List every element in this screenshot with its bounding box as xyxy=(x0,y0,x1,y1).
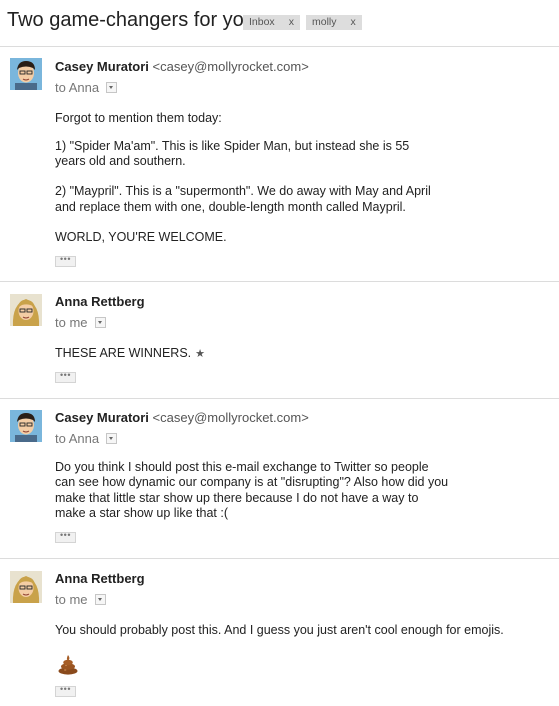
show-trimmed-content-button[interactable]: ••• xyxy=(55,685,76,697)
body-line: can see how dynamic our company is at "d… xyxy=(55,475,449,489)
sender-name[interactable]: Anna Rettberg xyxy=(55,294,145,309)
label-molly-name: molly xyxy=(312,16,337,28)
recipient-text: to Anna xyxy=(55,80,100,95)
label-inbox-name: Inbox xyxy=(249,16,275,28)
body-line: years old and southern. xyxy=(55,154,186,168)
message-2: Anna Rettberg to me THESE ARE WINNERS. ★ … xyxy=(0,282,559,399)
body-line: 1) "Spider Ma'am". This is like Spider M… xyxy=(55,139,410,153)
body-line: and replace them with one, double-length… xyxy=(55,200,406,214)
body-line: Forgot to mention them today: xyxy=(55,111,222,125)
anna-avatar[interactable] xyxy=(10,294,42,326)
anna-avatar[interactable] xyxy=(10,571,42,603)
label-molly[interactable]: molly x xyxy=(306,15,362,30)
recipient-text: to me xyxy=(55,315,88,330)
body-line: THESE ARE WINNERS. ★ xyxy=(55,346,205,360)
recipient-details-dropdown-icon[interactable] xyxy=(106,82,118,93)
label-inbox-remove-button[interactable]: x xyxy=(289,16,294,28)
message-3: Casey Muratori <casey@mollyrocket.com> t… xyxy=(0,399,559,559)
recipient-details-dropdown-icon[interactable] xyxy=(94,594,106,605)
thread-header: Two game-changers for you. Inbox x molly x xyxy=(0,0,559,47)
poo-emoji-icon xyxy=(58,655,78,675)
sender-line: Casey Muratori <casey@mollyrocket.com> xyxy=(55,59,309,74)
body-line: Do you think I should post this e-mail e… xyxy=(55,460,429,474)
body-text: THESE ARE WINNERS. xyxy=(55,346,192,360)
sender-name[interactable]: Anna Rettberg xyxy=(55,571,145,586)
show-trimmed-content-button[interactable]: ••• xyxy=(55,255,76,267)
show-trimmed-content-button[interactable]: ••• xyxy=(55,371,76,383)
recipient-line: to Anna xyxy=(55,431,118,446)
sender-line: Anna Rettberg xyxy=(55,571,145,586)
recipient-details-dropdown-icon[interactable] xyxy=(106,433,118,444)
casey-avatar[interactable] xyxy=(10,410,42,442)
body-line: make a star show up like that :( xyxy=(55,506,228,520)
recipient-line: to me xyxy=(55,315,106,330)
sender-email: <casey@mollyrocket.com> xyxy=(152,410,309,425)
recipient-line: to me xyxy=(55,592,106,607)
sender-line: Anna Rettberg xyxy=(55,294,145,309)
message-1: Casey Muratori <casey@mollyrocket.com> t… xyxy=(0,47,559,282)
sender-name[interactable]: Casey Muratori xyxy=(55,59,149,74)
star-icon: ★ xyxy=(195,348,206,360)
thread-subject: Two game-changers for you. xyxy=(7,9,261,31)
sender-email: <casey@mollyrocket.com> xyxy=(152,59,309,74)
body-line: You should probably post this. And I gue… xyxy=(55,623,504,637)
sender-name[interactable]: Casey Muratori xyxy=(55,410,149,425)
recipient-details-dropdown-icon[interactable] xyxy=(94,317,106,328)
body-line: WORLD, YOU'RE WELCOME. xyxy=(55,230,227,244)
message-4: Anna Rettberg to me You should probably … xyxy=(0,559,559,706)
recipient-text: to me xyxy=(55,592,88,607)
label-molly-remove-button[interactable]: x xyxy=(351,16,356,28)
recipient-line: to Anna xyxy=(55,80,118,95)
casey-avatar[interactable] xyxy=(10,58,42,90)
sender-line: Casey Muratori <casey@mollyrocket.com> xyxy=(55,410,309,425)
body-line: make that little star show up there beca… xyxy=(55,491,419,505)
recipient-text: to Anna xyxy=(55,431,100,446)
body-line: 2) "Maypril". This is a "supermonth". We… xyxy=(55,184,431,198)
label-inbox[interactable]: Inbox x xyxy=(243,15,300,30)
show-trimmed-content-button[interactable]: ••• xyxy=(55,531,76,543)
